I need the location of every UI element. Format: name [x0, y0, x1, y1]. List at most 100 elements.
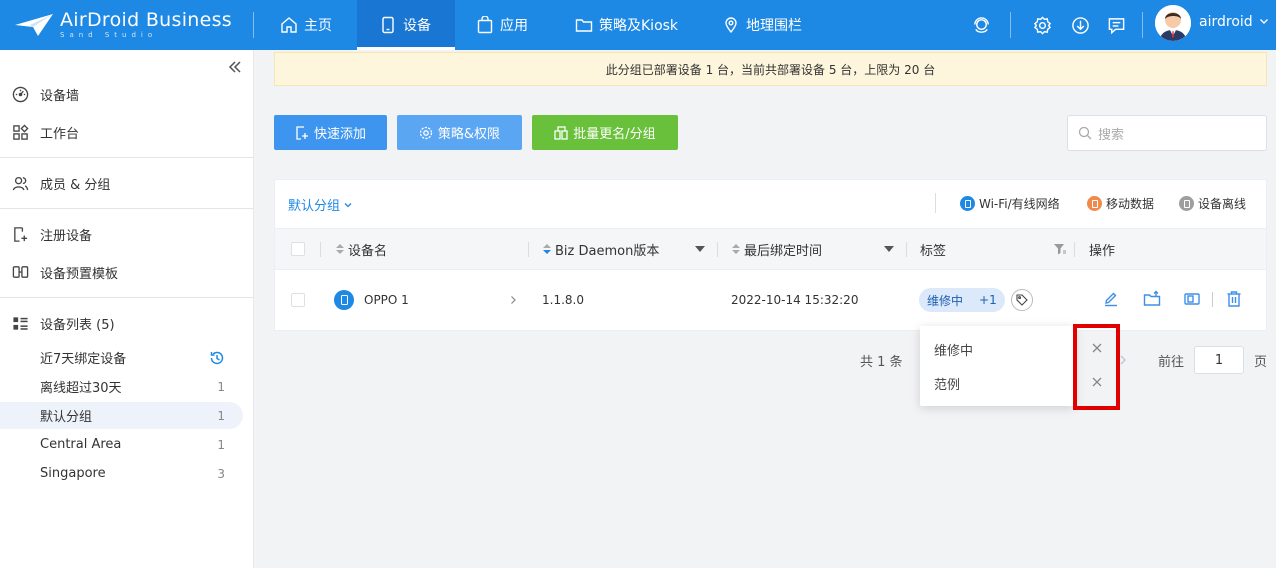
- column-tags-label: 标签: [920, 243, 947, 259]
- geofence-icon: [725, 17, 737, 34]
- column-actions: 操作: [1089, 229, 1115, 269]
- sidebar-item-label: 设备预置模板: [40, 266, 119, 282]
- group-label: 离线超过30天: [40, 381, 122, 396]
- group-label: Singapore: [40, 466, 106, 481]
- sidebar-item-device-list[interactable]: 设备列表 (5): [0, 308, 253, 338]
- remote-control-icon[interactable]: [1183, 290, 1201, 308]
- paper-plane-logo-icon: [15, 14, 53, 36]
- column-device-name[interactable]: 设备名: [336, 229, 387, 269]
- sort-icon: [732, 244, 740, 254]
- group-item-default[interactable]: 默认分组 1: [0, 402, 243, 429]
- batch-rename-button[interactable]: 批量更名/分组: [532, 115, 678, 150]
- column-daemon-version[interactable]: Biz Daemon版本: [543, 229, 659, 269]
- legend-offline-label: 设备离线: [1198, 197, 1247, 211]
- daemon-version: 1.1.8.0: [542, 293, 584, 307]
- group-label: Central Area: [40, 437, 122, 452]
- user-menu[interactable]: airdroid: [1199, 14, 1269, 30]
- gear-icon[interactable]: [1030, 13, 1054, 37]
- more-tags-count: +1: [979, 293, 997, 307]
- popover-tag-label: 范例: [934, 378, 961, 393]
- device-name-cell[interactable]: OPPO 1: [334, 270, 409, 330]
- nav-device[interactable]: 设备: [357, 0, 455, 50]
- download-icon[interactable]: [1068, 13, 1092, 37]
- sidebar: 设备墙 工作台 成员 & 分组 注册设备 设备预置模板 设备列表 (5) 近7天…: [0, 50, 254, 568]
- goto-label: 前往: [1158, 346, 1184, 374]
- daemon-version-cell: 1.1.8.0: [542, 270, 584, 330]
- group-count: 1: [217, 408, 225, 423]
- group-item-singapore[interactable]: Singapore 3: [0, 460, 243, 487]
- caret-down-icon: [884, 246, 894, 252]
- divider: [1010, 12, 1011, 38]
- table-row[interactable]: OPPO 1 1.1.8.0 2022-10-14 15:32:20 维修中 +…: [275, 270, 1266, 330]
- group-dropdown-label: 默认分组: [288, 199, 341, 214]
- chevron-down-icon: [1260, 19, 1269, 24]
- column-daemon-label: Biz Daemon版本: [555, 243, 660, 259]
- page-number: 1: [1214, 352, 1224, 368]
- group-item-recent-7days[interactable]: 近7天绑定设备: [0, 344, 243, 371]
- device-online-wifi-icon: [334, 290, 354, 310]
- table-header: 设备名 Biz Daemon版本 最后绑定时间 标签 操作: [275, 228, 1266, 270]
- nav-home[interactable]: 主页: [268, 0, 342, 50]
- collapse-sidebar-icon[interactable]: [226, 58, 244, 76]
- daemon-filter-dropdown[interactable]: [695, 229, 705, 269]
- divider: [0, 157, 253, 158]
- delete-icon[interactable]: [1225, 290, 1243, 308]
- bind-time: 2022-10-14 15:32:20: [731, 293, 859, 307]
- support-icon[interactable]: [969, 13, 993, 37]
- offline-status-icon: [1179, 196, 1194, 211]
- nav-policy-kiosk[interactable]: 策略及Kiosk: [575, 0, 705, 50]
- group-count: 1: [217, 437, 225, 452]
- sidebar-item-workbench[interactable]: 工作台: [0, 117, 253, 147]
- notice-text: 此分组已部署设备 1 台，当前共部署设备 5 台，上限为 20 台: [605, 62, 936, 77]
- chevron-down-icon: [344, 202, 352, 207]
- nav-geofence[interactable]: 地理围栏: [722, 0, 822, 50]
- select-all-checkbox[interactable]: [291, 229, 305, 269]
- sidebar-item-device-template[interactable]: 设备预置模板: [0, 257, 253, 287]
- row-expand-chevron-icon[interactable]: [508, 270, 518, 330]
- add-tag-icon[interactable]: [1010, 289, 1033, 311]
- brand[interactable]: AirDroid Business Sand Studio: [14, 6, 232, 44]
- search-input[interactable]: 搜索: [1067, 115, 1267, 151]
- row-checkbox[interactable]: [291, 270, 305, 330]
- column-device-name-label: 设备名: [348, 243, 388, 259]
- caret-down-icon: [695, 246, 705, 252]
- quick-add-label: 快速添加: [313, 127, 366, 142]
- popover-tag-label: 维修中: [934, 344, 974, 359]
- edit-icon[interactable]: [1102, 290, 1120, 308]
- page-number-input[interactable]: 1: [1194, 346, 1244, 374]
- policy-permission-button[interactable]: 策略&权限: [397, 115, 522, 150]
- legend-mobile: 移动数据: [1087, 195, 1154, 212]
- tags-popover: 维修中 范例: [920, 326, 1102, 406]
- bind-time-filter-dropdown[interactable]: [884, 229, 894, 269]
- sidebar-item-members[interactable]: 成员 & 分组: [0, 168, 253, 198]
- policy-permission-label: 策略&权限: [437, 127, 501, 142]
- group-item-offline-30days[interactable]: 离线超过30天 1: [0, 373, 243, 400]
- file-transfer-icon[interactable]: [1143, 290, 1161, 308]
- annotation-highlight-box: [1073, 324, 1120, 410]
- divider: [320, 242, 321, 257]
- sidebar-item-device-wall[interactable]: 设备墙: [0, 79, 253, 109]
- tag-label: 维修中: [927, 293, 964, 308]
- nav-apps[interactable]: 应用: [476, 0, 556, 50]
- quick-add-button[interactable]: 快速添加: [274, 115, 387, 150]
- search-placeholder: 搜索: [1098, 127, 1125, 143]
- workbench-icon: [13, 123, 29, 140]
- sidebar-item-register-device[interactable]: 注册设备: [0, 219, 253, 249]
- sidebar-item-label: 设备列表 (5): [40, 317, 115, 333]
- group-dropdown[interactable]: 默认分组: [288, 195, 353, 214]
- tag-pill[interactable]: 维修中 +1: [919, 288, 1005, 312]
- sidebar-item-label: 设备墙: [40, 88, 80, 104]
- divider: [528, 242, 529, 257]
- device-table-card: 默认分组 Wi-Fi/有线网络 移动数据 设备离线 设备名 Biz Daemon…: [274, 179, 1267, 331]
- sidebar-item-label: 成员 & 分组: [40, 177, 111, 193]
- tag-filter-icon[interactable]: [1053, 229, 1067, 269]
- column-actions-label: 操作: [1089, 243, 1116, 259]
- avatar[interactable]: [1155, 5, 1191, 41]
- message-icon[interactable]: [1104, 13, 1128, 37]
- group-item-central-area[interactable]: Central Area 1: [0, 431, 243, 458]
- group-label: 近7天绑定设备: [40, 352, 127, 367]
- column-bind-time[interactable]: 最后绑定时间: [732, 229, 822, 269]
- divider: [1212, 292, 1213, 307]
- divider: [253, 12, 254, 38]
- divider: [1074, 242, 1075, 257]
